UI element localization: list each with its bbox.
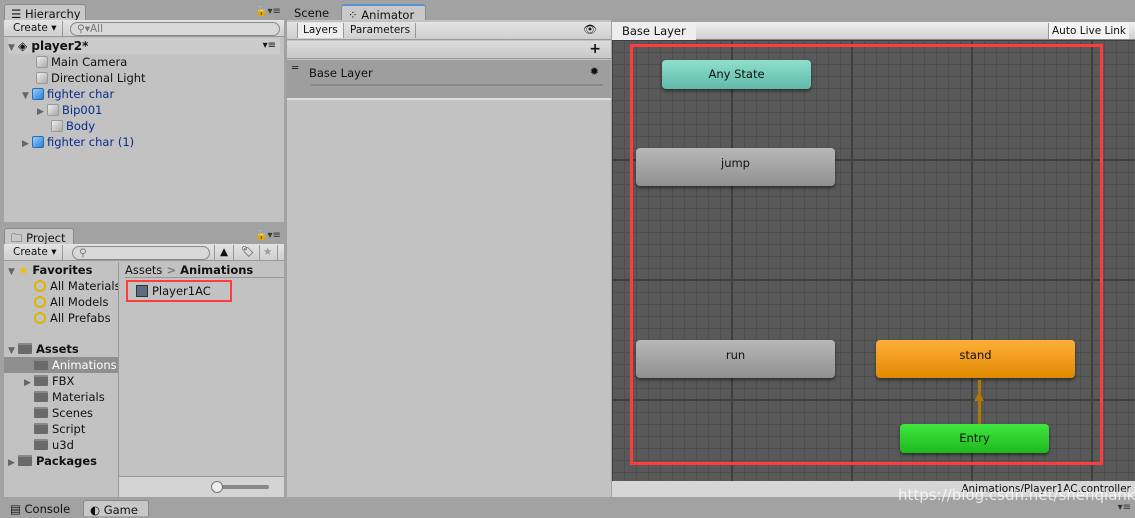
state-any-state[interactable]: Any State <box>662 60 811 89</box>
graph-toolbar: Base Layer Auto Live Link <box>612 22 1135 40</box>
search-icon <box>34 312 46 324</box>
lock-menu-icon[interactable]: 🔒▾≡ <box>255 6 281 17</box>
file-player1ac[interactable]: Player1AC <box>126 280 232 302</box>
tab-game[interactable]: ◐ Game <box>83 500 149 517</box>
project-panel: Create ▾ ⚲ ▲ 🏷 ★ ▼ ★ Favorites All Materi… <box>4 244 284 497</box>
state-graph[interactable]: Any State jump run stand Entry <box>612 40 1135 481</box>
gameobject-icon <box>36 72 48 84</box>
list-item[interactable]: All Materials <box>34 278 118 294</box>
folder-icon <box>34 359 48 370</box>
folder-icon <box>34 407 48 418</box>
weight-bar <box>311 84 603 86</box>
list-item[interactable]: u3d <box>34 437 74 453</box>
list-item[interactable]: ▼ fighter char <box>22 86 114 102</box>
search-input[interactable]: ⚲ <box>72 246 210 260</box>
assets-row[interactable]: ▼ Assets <box>8 341 79 357</box>
gear-icon[interactable]: ✹ <box>590 65 599 78</box>
folder-icon <box>34 423 48 434</box>
breadcrumb: Assets > Animations <box>125 262 284 278</box>
packages-row[interactable]: ▶ Packages <box>8 453 97 469</box>
search-icon <box>34 280 46 292</box>
list-item[interactable]: Directional Light <box>36 70 146 86</box>
folder-icon: 🗀 <box>11 231 27 245</box>
folder-icon <box>34 375 48 386</box>
prefab-icon <box>32 136 44 148</box>
search-icon <box>34 296 46 308</box>
list-item[interactable]: All Prefabs <box>34 310 111 326</box>
prefab-icon <box>32 88 44 100</box>
folder-icon <box>34 391 48 402</box>
zoom-slider[interactable] <box>215 485 269 489</box>
favorites-row[interactable]: ▼ ★ Favorites <box>8 262 92 278</box>
animator-controller-icon <box>136 285 148 297</box>
folder-icon <box>18 455 32 466</box>
layer-item[interactable]: ═ Base Layer ✹ <box>287 60 611 100</box>
state-run[interactable]: run <box>636 340 835 378</box>
tab-layers[interactable]: Layers <box>297 23 344 38</box>
folder-icon <box>18 343 32 354</box>
gameobject-icon <box>51 120 63 132</box>
list-item[interactable]: All Models <box>34 294 108 310</box>
arrow-head-icon <box>974 392 984 401</box>
scene-row[interactable]: ▼ ◈ player2* ▾≡ <box>8 38 280 54</box>
auto-live-link-button[interactable]: Auto Live Link <box>1048 23 1129 39</box>
gameobject-icon <box>47 104 59 116</box>
list-item[interactable]: Script <box>34 421 85 437</box>
list-item[interactable]: ▶ FBX <box>24 373 74 389</box>
unity-icon: ◈ <box>18 39 32 53</box>
star-icon[interactable]: ★ <box>258 245 279 260</box>
list-icon: ☰ <box>11 7 25 21</box>
folder-icon <box>34 439 48 450</box>
hierarchy-panel: Create ▾ ⚲▾All ▼ ◈ player2* ▾≡ Main Camera… <box>4 20 284 222</box>
game-icon: ◐ <box>90 503 104 517</box>
lock-menu-icon[interactable]: 🔒▾≡ <box>255 230 281 241</box>
star-icon: ★ <box>18 263 33 277</box>
watermark: https://blog.csdn.net/shenqiankk <box>898 486 1135 504</box>
slider-handle[interactable] <box>211 481 223 493</box>
layers-panel: Layers Parameters 👁 + ═ Base Layer ✹ <box>287 20 611 497</box>
list-item[interactable]: Materials <box>34 389 105 405</box>
tab-parameters[interactable]: Parameters <box>345 23 417 38</box>
state-stand[interactable]: stand <box>876 340 1075 378</box>
eye-icon[interactable]: 👁 <box>583 23 597 36</box>
list-item[interactable]: Body <box>51 118 95 134</box>
list-item[interactable]: Scenes <box>34 405 93 421</box>
list-item[interactable]: Main Camera <box>36 54 127 70</box>
search-input[interactable]: ⚲▾All <box>70 22 280 36</box>
filter-type-icon[interactable]: ▲ <box>214 245 235 260</box>
state-jump[interactable]: jump <box>636 148 835 186</box>
transition-arrow[interactable] <box>978 380 981 424</box>
state-entry[interactable]: Entry <box>900 424 1049 453</box>
breadcrumb-base-layer[interactable]: Base Layer <box>612 22 696 40</box>
console-icon: ▤ <box>10 502 25 516</box>
create-button[interactable]: Create ▾ <box>8 21 63 36</box>
list-item[interactable]: Animations <box>4 357 118 373</box>
tab-console[interactable]: ▤ Console <box>4 500 76 518</box>
gameobject-icon <box>36 56 48 68</box>
highlight-box <box>630 44 1103 465</box>
footer <box>119 476 284 497</box>
drag-handle-icon[interactable]: ═ <box>292 63 298 74</box>
list-item[interactable]: ▶ fighter char (1) <box>22 134 134 150</box>
label-icon[interactable]: 🏷 <box>236 245 261 260</box>
list-item[interactable]: ▶ Bip001 <box>37 102 102 118</box>
create-button[interactable]: Create ▾ <box>8 245 63 260</box>
add-layer-button[interactable]: + <box>589 41 601 57</box>
